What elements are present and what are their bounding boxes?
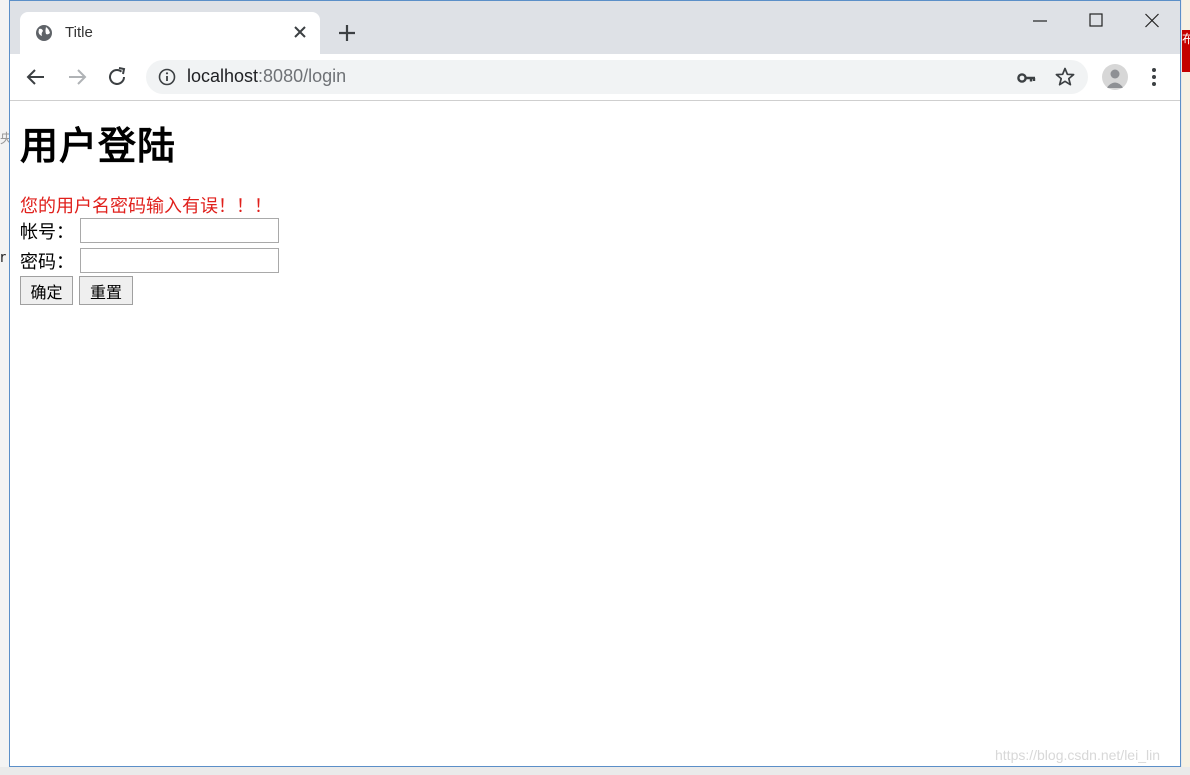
submit-button[interactable]: 确定 [20, 276, 73, 305]
avatar-icon[interactable] [1102, 64, 1128, 90]
url-host: localhost [187, 66, 259, 86]
background-text-fragment: 布 [1182, 32, 1190, 46]
username-input[interactable] [80, 218, 279, 243]
page-content: 用户登陆 您的用户名密码输入有误！！！ 帐号： 密码： 确定 重置 https:… [10, 101, 1180, 766]
background-text-fragment: r [0, 250, 6, 266]
browser-toolbar: localhost:8080/login [10, 54, 1180, 101]
globe-icon [35, 24, 53, 42]
error-message: 您的用户名密码输入有误！！！ [20, 196, 272, 217]
password-input[interactable] [80, 248, 279, 273]
background-bottom-edge [0, 767, 1190, 775]
more-vertical-icon[interactable] [1144, 65, 1164, 89]
key-icon[interactable] [1016, 67, 1038, 89]
star-icon[interactable] [1054, 66, 1076, 88]
arrow-left-icon[interactable] [24, 65, 48, 89]
url-path: :8080/login [258, 66, 347, 86]
reload-icon[interactable] [105, 65, 129, 89]
plus-icon[interactable] [335, 21, 359, 45]
background-red-tab: 布 [1182, 30, 1190, 72]
password-label: 密码： [20, 252, 74, 273]
maximize-icon[interactable] [1076, 10, 1116, 32]
reset-button[interactable]: 重置 [79, 276, 133, 305]
background-window-edge-right [1182, 0, 1190, 775]
browser-window: Title localhost:8080/login 用户登陆 您的用户名密码输… [9, 0, 1181, 767]
close-icon[interactable] [290, 22, 310, 42]
background-window-edge-left [0, 0, 9, 775]
username-label: 帐号： [20, 222, 74, 243]
close-window-icon[interactable] [1132, 10, 1172, 32]
title-bar: Title [10, 1, 1180, 54]
info-icon[interactable] [158, 68, 176, 86]
url-text[interactable]: localhost:8080/login [187, 66, 346, 87]
minimize-icon[interactable] [1020, 10, 1060, 32]
browser-tab[interactable]: Title [20, 12, 320, 54]
page-title: 用户登陆 [20, 124, 177, 168]
arrow-right-icon[interactable] [65, 65, 89, 89]
tab-title: Title [65, 24, 93, 41]
address-bar[interactable]: localhost:8080/login [146, 60, 1088, 94]
watermark: https://blog.csdn.net/lei_lin [995, 747, 1160, 763]
